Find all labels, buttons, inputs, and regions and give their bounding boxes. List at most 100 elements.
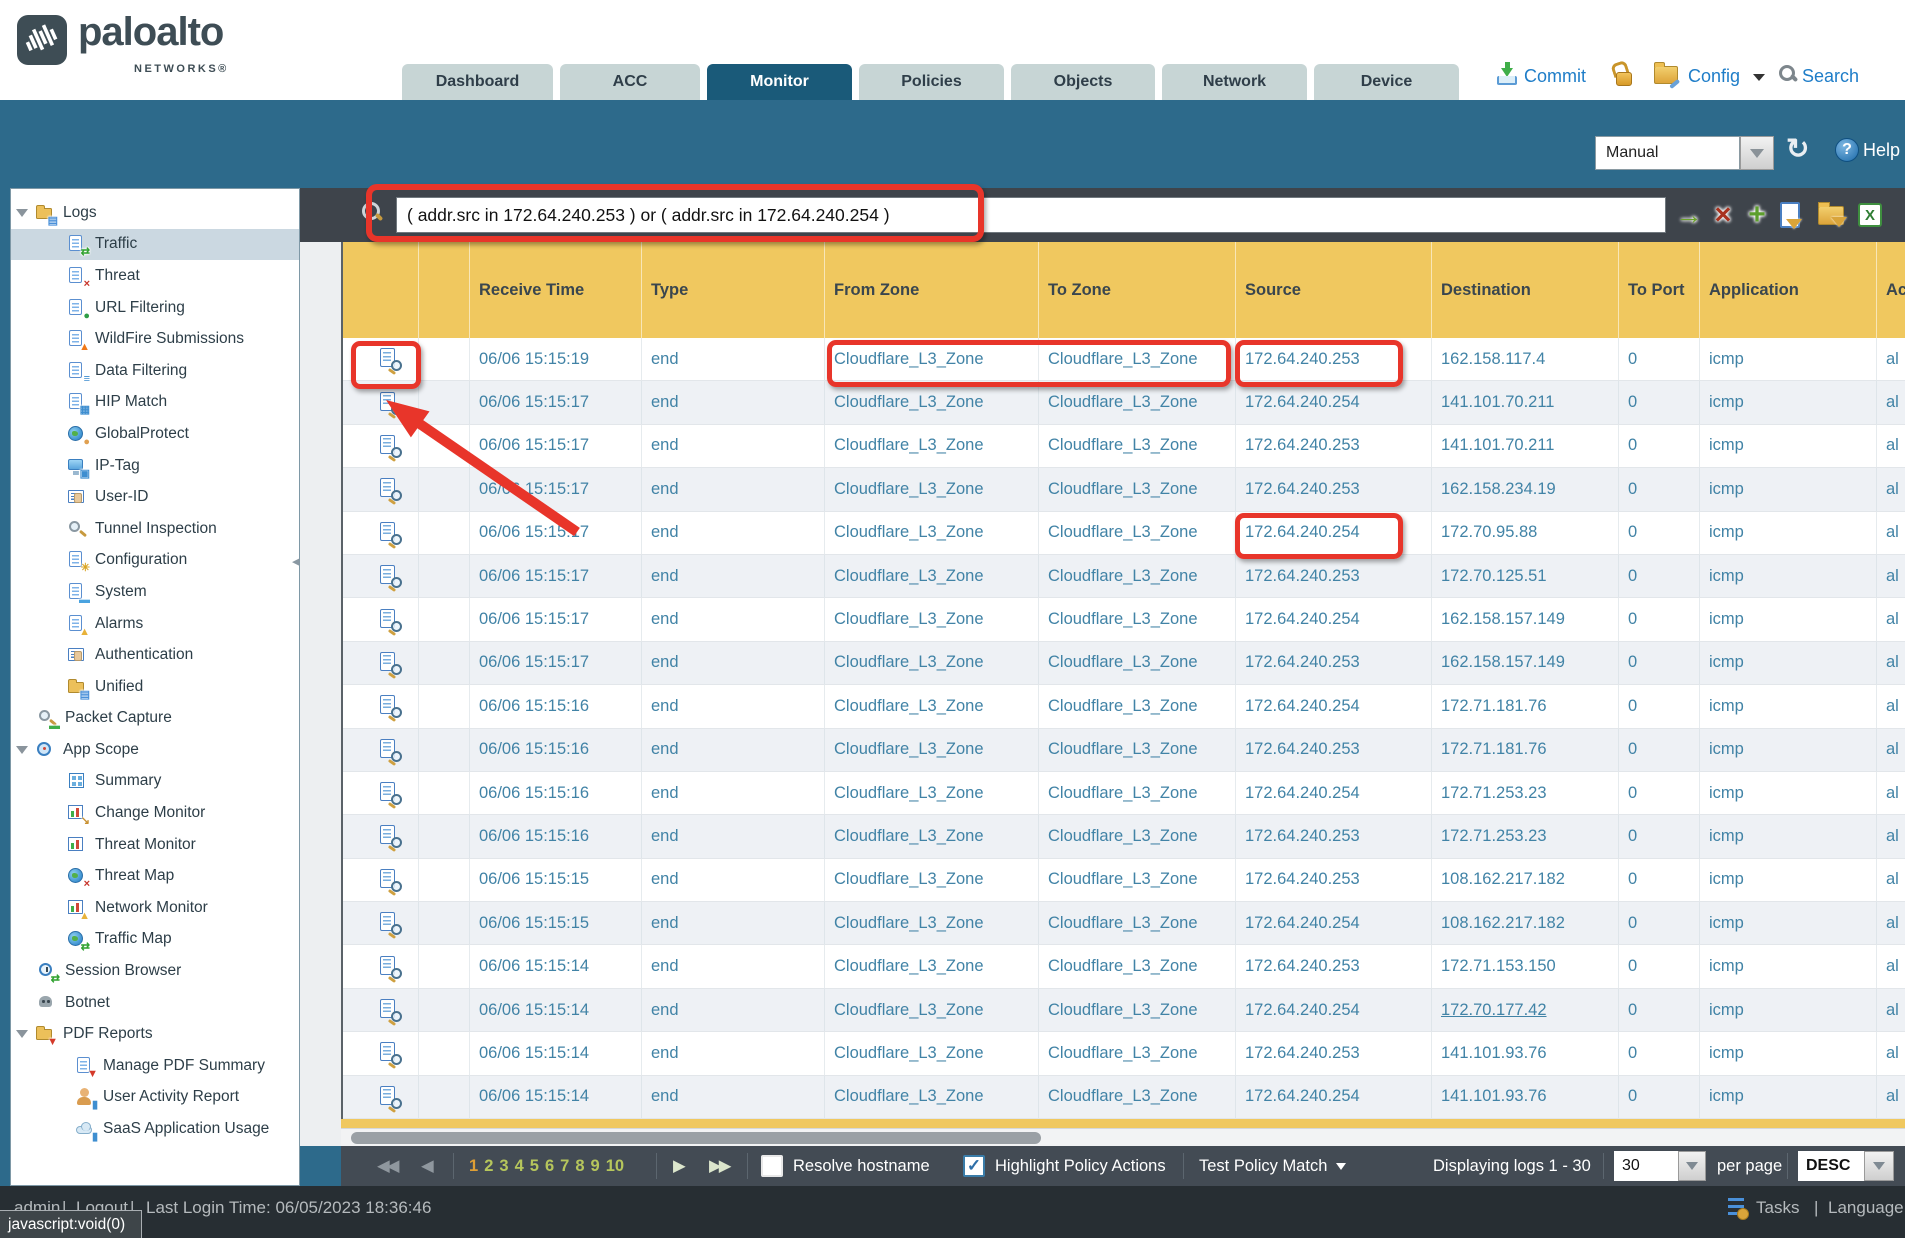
sidebar-item-traffic-map[interactable]: ⇄Traffic Map [11, 924, 299, 956]
log-detail-icon[interactable] [380, 911, 402, 935]
page-number-4[interactable]: 4 [515, 1157, 524, 1176]
clear-filter-icon[interactable]: × [1708, 199, 1738, 231]
export-csv-icon[interactable]: X [1858, 203, 1882, 227]
sidebar-item-threat-map[interactable]: ×Threat Map [11, 860, 299, 892]
sidebar-item-system[interactable]: ▬System [11, 576, 299, 608]
sidebar-item-alarms[interactable]: ▲Alarms [11, 608, 299, 640]
tab-network[interactable]: Network [1162, 64, 1307, 100]
last-page-button[interactable]: ▶▶ [709, 1146, 728, 1186]
apply-filter-icon[interactable]: → [1674, 199, 1704, 231]
col-header-application[interactable]: Application [1700, 242, 1877, 338]
sidebar-item-logs[interactable]: ▤Logs [11, 197, 299, 229]
sidebar-item-globalprotect[interactable]: ●GlobalProtect [11, 418, 299, 450]
log-row[interactable]: 06/06 15:15:14endCloudflare_L3_ZoneCloud… [343, 945, 1905, 988]
page-number-5[interactable]: 5 [530, 1157, 539, 1176]
log-detail-icon[interactable] [380, 781, 402, 805]
sidebar-item-hip-match[interactable]: ▦HIP Match [11, 387, 299, 419]
page-number-7[interactable]: 7 [560, 1157, 569, 1176]
col-header-type[interactable]: Type [642, 242, 825, 338]
page-number-1[interactable]: 1 [469, 1157, 478, 1176]
sidebar-item-traffic[interactable]: ⇄Traffic [11, 229, 299, 261]
log-row[interactable]: 06/06 15:15:15endCloudflare_L3_ZoneCloud… [343, 859, 1905, 902]
tab-policies[interactable]: Policies [859, 64, 1004, 100]
log-detail-icon[interactable] [380, 1085, 402, 1109]
log-row[interactable]: 06/06 15:15:14endCloudflare_L3_ZoneCloud… [343, 1032, 1905, 1075]
sidebar-item-threat-monitor[interactable]: Threat Monitor [11, 829, 299, 861]
log-filter-input[interactable] [396, 197, 1666, 233]
expand-triangle-icon[interactable] [16, 1030, 28, 1038]
sidebar-item-wildfire-submissions[interactable]: ▲WildFire Submissions [11, 323, 299, 355]
sidebar-item-threat[interactable]: ×Threat [11, 260, 299, 292]
log-row[interactable]: 06/06 15:15:17endCloudflare_L3_ZoneCloud… [343, 468, 1905, 511]
log-detail-icon[interactable] [380, 434, 402, 458]
log-detail-icon[interactable] [380, 651, 402, 675]
sidebar-item-data-filtering[interactable]: ≡Data Filtering [11, 355, 299, 387]
sidebar-item-manage-pdf-summary[interactable]: ▼Manage PDF Summary [11, 1050, 299, 1082]
log-row[interactable]: 06/06 15:15:17endCloudflare_L3_ZoneCloud… [343, 598, 1905, 641]
log-detail-icon[interactable] [380, 564, 402, 588]
log-detail-icon[interactable] [380, 738, 402, 762]
col-header-blank[interactable] [419, 242, 470, 338]
log-row[interactable]: 06/06 15:15:19endCloudflare_L3_ZoneCloud… [343, 338, 1905, 381]
help-icon[interactable]: ? [1835, 138, 1859, 162]
sidebar-item-unified[interactable]: ▤Unified [11, 671, 299, 703]
horizontal-scrollbar[interactable] [341, 1128, 1905, 1146]
sidebar-item-network-monitor[interactable]: ▲Network Monitor [11, 892, 299, 924]
page-number-6[interactable]: 6 [545, 1157, 554, 1176]
highlight-policy-checkbox[interactable]: ✓ [963, 1155, 985, 1177]
log-row[interactable]: 06/06 15:15:14endCloudflare_L3_ZoneCloud… [343, 1076, 1905, 1119]
language-link[interactable]: Language [1828, 1198, 1904, 1218]
log-detail-icon[interactable] [380, 955, 402, 979]
log-row[interactable]: 06/06 15:15:17endCloudflare_L3_ZoneCloud… [343, 381, 1905, 424]
tab-monitor[interactable]: Monitor [707, 64, 852, 100]
log-row[interactable]: 06/06 15:15:16endCloudflare_L3_ZoneCloud… [343, 685, 1905, 728]
save-filter-icon[interactable] [1780, 202, 1800, 228]
config-button[interactable]: Config [1688, 66, 1740, 87]
log-detail-icon[interactable] [380, 608, 402, 632]
log-detail-icon[interactable] [380, 477, 402, 501]
sidebar-item-botnet[interactable]: Botnet [11, 987, 299, 1019]
log-detail-icon[interactable] [380, 998, 402, 1022]
page-size-select[interactable]: 30 [1614, 1151, 1678, 1181]
scrollbar-thumb[interactable] [351, 1132, 1041, 1144]
sort-order-select[interactable]: DESC [1798, 1151, 1864, 1181]
col-header-ac[interactable]: Ac [1877, 242, 1905, 338]
log-row[interactable]: 06/06 15:15:16endCloudflare_L3_ZoneCloud… [343, 729, 1905, 772]
log-detail-icon[interactable] [380, 694, 402, 718]
sidebar-item-user-activity-report[interactable]: ▮User Activity Report [11, 1082, 299, 1114]
log-row[interactable]: 06/06 15:15:15endCloudflare_L3_ZoneCloud… [343, 902, 1905, 945]
expand-triangle-icon[interactable] [16, 209, 28, 217]
col-header-destination[interactable]: Destination [1432, 242, 1619, 338]
resolve-hostname-checkbox[interactable] [761, 1155, 783, 1177]
next-page-button[interactable]: ▶ [673, 1146, 683, 1186]
page-number-9[interactable]: 9 [591, 1157, 600, 1176]
log-detail-icon[interactable] [380, 391, 402, 415]
prev-page-button[interactable]: ◀ [421, 1146, 431, 1186]
sidebar-item-authentication[interactable]: Authentication [11, 639, 299, 671]
add-filter-icon[interactable]: + [1742, 199, 1772, 231]
sort-order-dropdown-button[interactable] [1864, 1151, 1894, 1181]
refresh-interval-dropdown-button[interactable] [1740, 136, 1774, 170]
col-header-receive-time[interactable]: Receive Time [470, 242, 642, 338]
col-header-source[interactable]: Source [1236, 242, 1432, 338]
sidebar-collapse-handle[interactable]: ◂ [292, 552, 300, 570]
log-row[interactable]: 06/06 15:15:16endCloudflare_L3_ZoneCloud… [343, 815, 1905, 858]
sidebar-item-app-scope[interactable]: App Scope [11, 734, 299, 766]
tasks-link[interactable]: Tasks [1756, 1198, 1799, 1218]
page-size-dropdown-button[interactable] [1678, 1151, 1706, 1181]
log-detail-icon[interactable] [380, 347, 402, 371]
page-number-8[interactable]: 8 [575, 1157, 584, 1176]
expand-triangle-icon[interactable] [16, 746, 28, 754]
sidebar-item-tunnel-inspection[interactable]: Tunnel Inspection [11, 513, 299, 545]
col-header-blank[interactable] [343, 242, 419, 338]
tab-device[interactable]: Device [1314, 64, 1459, 100]
sidebar-item-pdf-reports[interactable]: ▼PDF Reports [11, 1018, 299, 1050]
log-detail-icon[interactable] [380, 824, 402, 848]
col-header-from-zone[interactable]: From Zone [825, 242, 1039, 338]
help-link[interactable]: Help [1863, 140, 1900, 161]
first-page-button[interactable]: ◀◀ [377, 1146, 396, 1186]
sidebar-item-change-monitor[interactable]: ↘Change Monitor [11, 797, 299, 829]
test-policy-match-button[interactable]: Test Policy Match [1199, 1146, 1346, 1186]
col-header-to-zone[interactable]: To Zone [1039, 242, 1236, 338]
commit-button[interactable]: Commit [1524, 66, 1586, 87]
